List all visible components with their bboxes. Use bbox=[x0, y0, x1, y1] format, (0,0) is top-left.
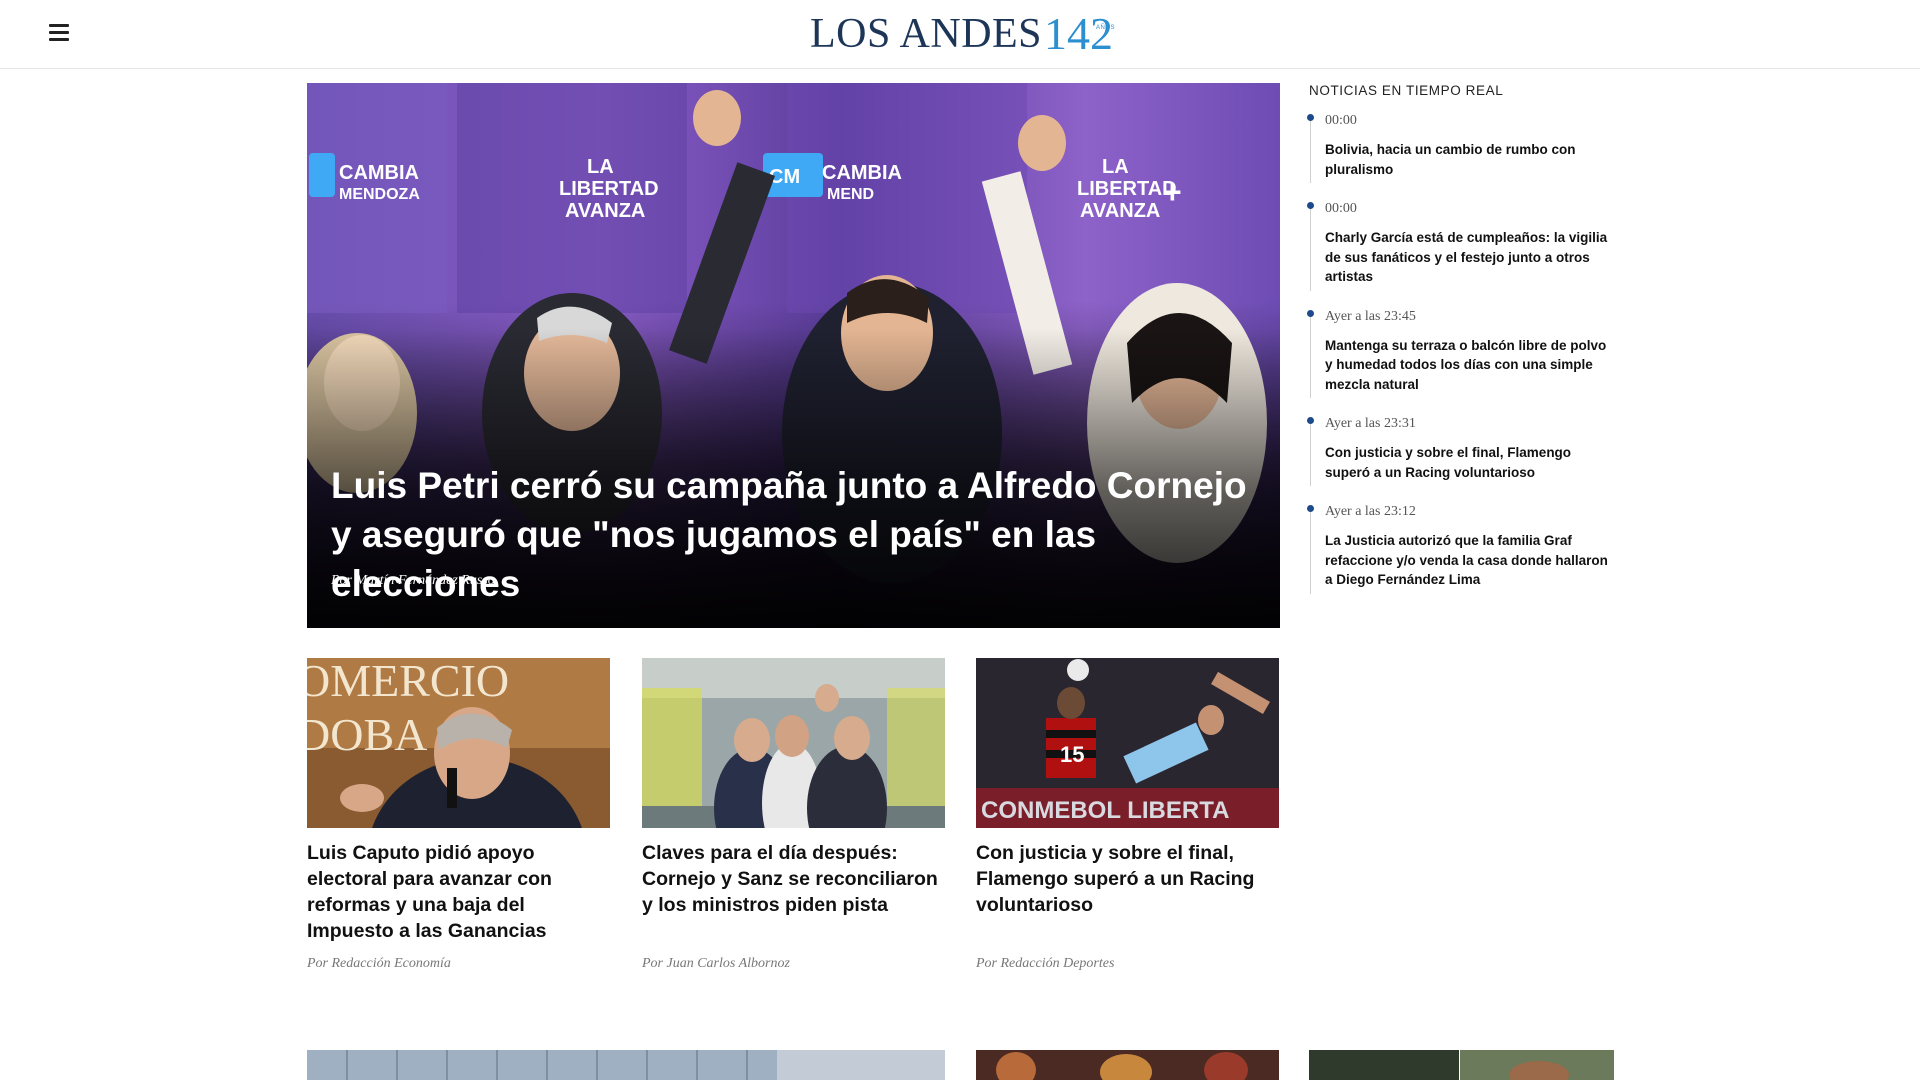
news-headline[interactable]: Bolivia, hacia un cambio de rumbo con pl… bbox=[1325, 140, 1614, 179]
article-image[interactable] bbox=[642, 658, 945, 828]
article-image[interactable]: CONMEBOL LIBERTA 15 bbox=[976, 658, 1279, 828]
news-headline[interactable]: Mantenga su terraza o balcón libre de po… bbox=[1325, 336, 1614, 395]
article-image[interactable] bbox=[976, 1050, 1279, 1080]
article-image[interactable] bbox=[1309, 1050, 1614, 1080]
article-byline: Por Juan Carlos Albornoz bbox=[642, 956, 790, 971]
news-time: Ayer a las 23:45 bbox=[1325, 308, 1416, 324]
live-news-sidebar: NOTICIAS EN TIEMPO REAL 00:00 Bolivia, h… bbox=[1307, 83, 1614, 612]
live-news-item[interactable]: Ayer a las 23:45 Mantenga su terraza o b… bbox=[1307, 308, 1614, 398]
live-news-item[interactable]: 00:00 Bolivia, hacia un cambio de rumbo … bbox=[1307, 113, 1614, 183]
hero-article[interactable]: CAMBIA MENDOZA CM CAMBIA MEND LA LIBERTA… bbox=[307, 83, 1280, 628]
svg-text:15: 15 bbox=[1060, 742, 1084, 767]
article-card[interactable]: Claves para el día después: Cornejo y Sa… bbox=[642, 658, 945, 971]
article-card[interactable]: OMERCIO DOBA Luis Caputo pidió apoyo ele… bbox=[307, 658, 610, 971]
news-time: Ayer a las 23:31 bbox=[1325, 416, 1416, 431]
article-byline: Por Redacción Economía bbox=[307, 956, 451, 971]
news-time: 00:00 bbox=[1325, 113, 1357, 128]
svg-text:CONMEBOL LIBERTA: CONMEBOL LIBERTA bbox=[981, 797, 1229, 824]
site-logo[interactable]: LOS ANDES 142 AÑOS bbox=[810, 10, 1115, 58]
news-time: Ayer a las 23:12 bbox=[1325, 504, 1416, 519]
timeline-dot-icon bbox=[1307, 417, 1314, 424]
logo-text: LOS ANDES bbox=[810, 11, 1043, 57]
timeline-dot-icon bbox=[1307, 202, 1314, 209]
logo-anniversary-number: 142 AÑOS bbox=[1044, 10, 1114, 58]
article-image[interactable]: OMERCIO DOBA bbox=[307, 658, 610, 828]
article-headline[interactable]: Luis Caputo pidió apoyo electoral para a… bbox=[307, 840, 610, 944]
live-news-item[interactable]: Ayer a las 23:12 La Justicia autorizó qu… bbox=[1307, 504, 1614, 593]
timeline-dot-icon bbox=[1307, 114, 1314, 121]
article-image[interactable] bbox=[307, 1050, 945, 1080]
article-headline[interactable]: Claves para el día después: Cornejo y Sa… bbox=[642, 840, 945, 918]
article-card[interactable]: CONMEBOL LIBERTA 15 Con justicia y sobre… bbox=[976, 658, 1279, 971]
article-byline: Por Redacción Deportes bbox=[976, 956, 1115, 971]
sidebar-title: NOTICIAS EN TIEMPO REAL bbox=[1309, 83, 1504, 98]
svg-text:OMERCIO: OMERCIO bbox=[307, 658, 509, 706]
timeline-dot-icon bbox=[1307, 505, 1314, 512]
article-headline[interactable]: Con justicia y sobre el final, Flamengo … bbox=[976, 840, 1279, 918]
live-news-item[interactable]: 00:00 Charly García está de cumpleaños: … bbox=[1307, 201, 1614, 290]
news-time: 00:00 bbox=[1325, 201, 1357, 216]
logo-anos-label: AÑOS bbox=[1096, 25, 1116, 31]
news-headline[interactable]: Con justicia y sobre el final, Flamengo … bbox=[1325, 443, 1614, 482]
svg-text:DOBA: DOBA bbox=[307, 709, 427, 760]
timeline-dot-icon bbox=[1307, 309, 1314, 317]
news-headline[interactable]: Charly García está de cumpleaños: la vig… bbox=[1325, 228, 1614, 287]
site-header: LOS ANDES 142 AÑOS bbox=[0, 0, 1920, 69]
live-news-item[interactable]: Ayer a las 23:31 Con justicia y sobre el… bbox=[1307, 416, 1614, 486]
news-headline[interactable]: La Justicia autorizó que la familia Graf… bbox=[1325, 531, 1614, 590]
hamburger-menu-icon[interactable] bbox=[46, 24, 72, 44]
hero-byline: Por Martín Fernández Russo bbox=[331, 573, 495, 588]
